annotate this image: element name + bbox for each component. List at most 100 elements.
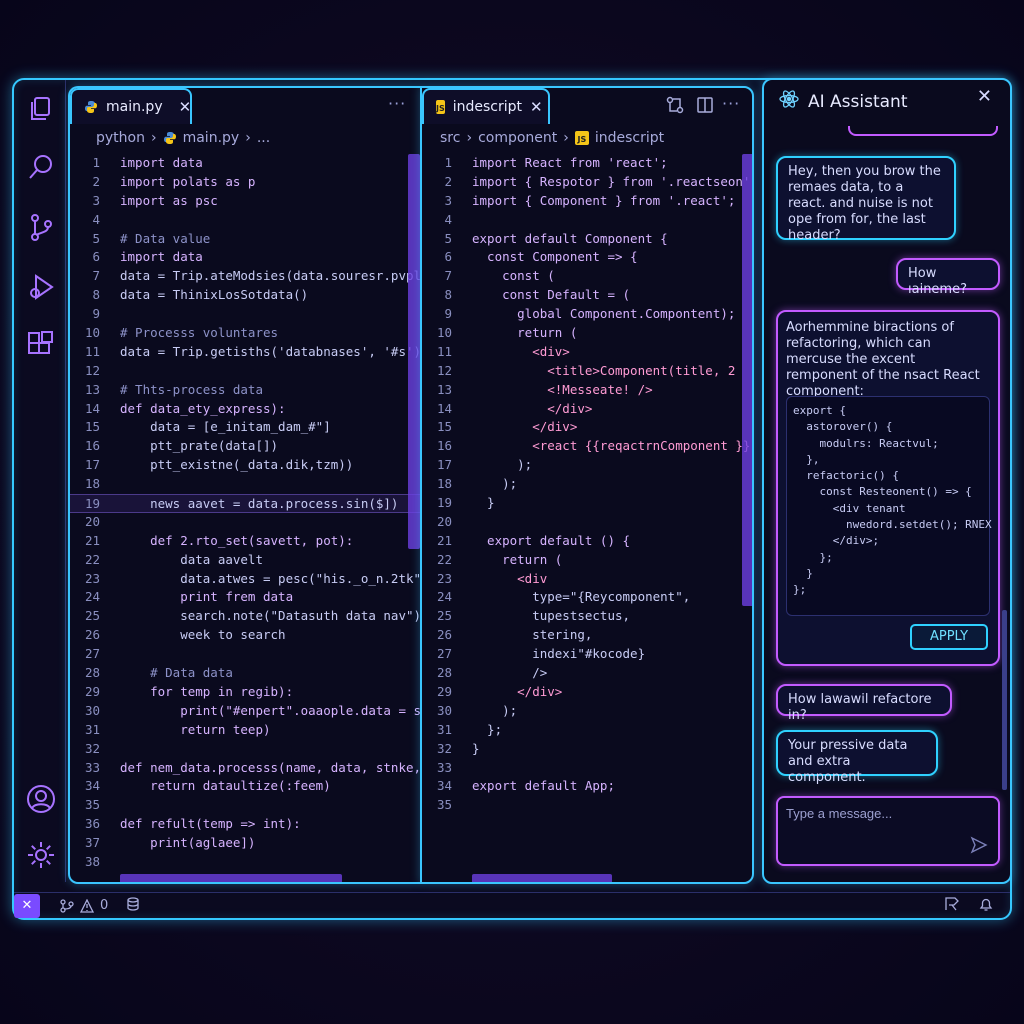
problems-indicator[interactable]: 0 [60,898,108,913]
code-line[interactable]: 16 <react {{reqactrnComponent }}; [422,437,752,456]
vertical-scrollbar[interactable] [742,154,752,606]
source-control-icon[interactable] [26,212,56,242]
code-line[interactable]: 31 return teep) [70,721,420,740]
code-line[interactable]: 29 </div> [422,683,752,702]
code-line[interactable]: 26 week to search [70,626,420,645]
code-line[interactable]: 11 <div> [422,343,752,362]
code-line[interactable]: 23 data.atwes = pesc("his._o_n.2tk" [70,570,420,589]
horizontal-scrollbar[interactable] [120,874,342,882]
account-icon[interactable] [26,784,56,814]
code-line[interactable]: 21 export default () { [422,532,752,551]
split-editor-icon[interactable] [696,96,714,114]
feedback-icon[interactable] [944,896,960,916]
code-line[interactable]: 4 [70,211,420,230]
js-code-area[interactable]: 1 import React from 'react'; 2 import { Res… [422,154,752,815]
code-line[interactable]: 31 }; [422,721,752,740]
code-line[interactable]: 1 import data [70,154,420,173]
code-line[interactable]: 19 } [422,494,752,513]
code-line[interactable]: 24 type="{Reycomponent", [422,588,752,607]
code-line[interactable]: 34 export default App; [422,777,752,796]
code-line[interactable]: 14 </div> [422,400,752,419]
breadcrumb-item[interactable]: ... [257,130,270,146]
code-line[interactable]: 20 [422,513,752,532]
tab-main-py[interactable]: main.py ✕ [70,88,192,124]
database-icon[interactable] [126,896,140,915]
code-line[interactable]: 2 import polats as p [70,173,420,192]
compare-changes-icon[interactable] [666,96,684,114]
run-debug-icon[interactable] [26,272,56,302]
code-line[interactable]: 18 [70,475,420,494]
code-line[interactable]: 3 import as psc [70,192,420,211]
code-line[interactable]: 30 ); [422,702,752,721]
breadcrumb-item[interactable]: indescript [595,130,664,146]
code-line[interactable]: 32} [422,740,752,759]
search-icon[interactable] [26,152,56,182]
close-icon[interactable]: ✕ [977,86,992,107]
code-line[interactable]: 10 # Processs voluntares [70,324,420,343]
code-line[interactable]: 14 def data_ety_express): [70,400,420,419]
code-line[interactable]: 34 return dataultize(:feem) [70,777,420,796]
code-line[interactable]: 10 return ( [422,324,752,343]
close-tab-icon[interactable]: ✕ [179,98,192,116]
code-line[interactable]: 6 import data [70,248,420,267]
code-line[interactable]: 25 tupestsectus, [422,607,752,626]
close-tab-icon[interactable]: ✕ [530,98,543,116]
message-input[interactable] [786,806,966,821]
code-line[interactable]: 9 global Component.Compontent); [422,305,752,324]
code-line[interactable]: 30 print("#enpert".oaaople.data = str [70,702,420,721]
code-line[interactable]: 7 const ( [422,267,752,286]
code-line[interactable]: 17 ptt_existne(_data.dik,tzm)) [70,456,420,475]
code-line[interactable]: 38 [70,853,420,872]
code-line[interactable]: 8 const Default = ( [422,286,752,305]
breadcrumb-item[interactable]: component [478,130,557,146]
code-line[interactable]: 16 ptt_prate(data[]) [70,437,420,456]
code-line[interactable]: 12 [70,362,420,381]
code-line[interactable]: 7 data = Trip.ateModsies(data.souresr.pvp… [70,267,420,286]
code-line[interactable]: 13 # Thts-process data [70,381,420,400]
code-line[interactable]: 33 def nem_data.processs(name, data, stnk… [70,759,420,778]
code-line[interactable]: 23 <div [422,570,752,589]
code-line[interactable]: 12 <title>Component(title, 2 [422,362,752,381]
python-code-area[interactable]: 1 import data 2 import polats as p 3 import a… [70,154,420,872]
vertical-scrollbar[interactable] [408,154,420,549]
code-line[interactable]: 5 # Data value [70,230,420,249]
code-line[interactable]: 24 print frem data [70,588,420,607]
code-line[interactable]: 13 <!Messeate! /> [422,381,752,400]
code-line[interactable]: 26 stering, [422,626,752,645]
send-icon[interactable] [970,836,988,854]
tab-indescript[interactable]: JS indescript ✕ [422,88,550,124]
apply-button[interactable]: APPLY [910,624,988,650]
code-line[interactable]: 9 [70,305,420,324]
remote-indicator-button[interactable]: ✕ [14,893,40,918]
code-line[interactable]: 28 # Data data [70,664,420,683]
code-line[interactable]: 27 indexi"#kocode} [422,645,752,664]
breadcrumb-item[interactable]: src [440,130,460,146]
code-line[interactable]: 28 /> [422,664,752,683]
code-line[interactable]: 32 [70,740,420,759]
code-line[interactable]: 6 const Component => { [422,248,752,267]
extensions-icon[interactable] [26,330,56,360]
code-line[interactable]: 3 import { Component } from '.react'; [422,192,752,211]
code-line[interactable]: 1 import React from 'react'; [422,154,752,173]
code-line[interactable]: 21 def 2.rto_set(savett, pot): [70,532,420,551]
code-line[interactable]: 2 import { Respotor } from '.reactseon' [422,173,752,192]
notifications-bell-icon[interactable] [978,896,994,916]
code-line[interactable]: 15 </div> [422,418,752,437]
breadcrumb-item[interactable]: python [96,130,145,146]
code-line[interactable]: 36 def refult(temp => int): [70,815,420,834]
code-line[interactable]: 15 data = [e_initam_dam_#"] [70,418,420,437]
code-line[interactable]: 11 data = Trip.getisths('databnases', '#s… [70,343,420,362]
explorer-icon[interactable] [26,94,56,124]
code-line[interactable]: 27 [70,645,420,664]
code-line[interactable]: 20 [70,513,420,532]
code-line[interactable]: 22 return ( [422,551,752,570]
code-line[interactable]: 37 print(aglaee]) [70,834,420,853]
code-line[interactable]: 4 [422,211,752,230]
code-line[interactable]: 18 ); [422,475,752,494]
chat-scrollbar[interactable] [1002,610,1007,790]
code-line[interactable]: 35 [422,796,752,815]
code-line[interactable]: 5 export default Component { [422,230,752,249]
horizontal-scrollbar[interactable] [472,874,612,882]
code-line[interactable]: 29 for temp in regib): [70,683,420,702]
settings-gear-icon[interactable] [26,840,56,870]
